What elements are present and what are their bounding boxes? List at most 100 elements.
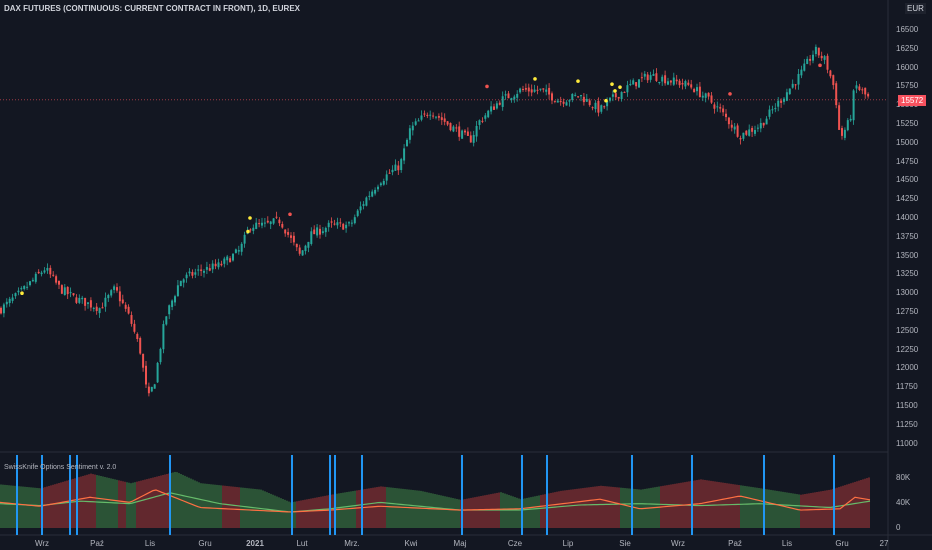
price-tick: 16500 bbox=[896, 25, 919, 34]
candle-body bbox=[484, 115, 487, 119]
sentiment-area bbox=[518, 498, 520, 528]
sentiment-area bbox=[62, 481, 64, 528]
candle-body bbox=[533, 89, 536, 92]
sentiment-area bbox=[6, 485, 8, 528]
candle-body bbox=[510, 98, 513, 101]
sentiment-area bbox=[252, 488, 254, 528]
candle-body bbox=[791, 83, 794, 88]
signal-dot bbox=[533, 77, 537, 81]
sentiment-area bbox=[198, 482, 200, 528]
sentiment-area bbox=[490, 494, 492, 528]
candle-body bbox=[379, 183, 382, 186]
candle-body bbox=[826, 55, 829, 70]
sentiment-area bbox=[2, 484, 4, 528]
candle-body bbox=[350, 222, 353, 224]
candle-body bbox=[150, 386, 153, 392]
indicator-title[interactable]: SwissKnife Options Sentiment v. 2.0 bbox=[4, 464, 116, 471]
candle-body bbox=[437, 116, 440, 118]
sentiment-area bbox=[426, 492, 428, 528]
indicator-tick: 40K bbox=[896, 498, 911, 507]
sentiment-area bbox=[782, 491, 784, 528]
sentiment-area bbox=[316, 497, 318, 528]
sentiment-area bbox=[538, 495, 540, 528]
sentiment-area bbox=[738, 485, 740, 528]
sentiment-area bbox=[594, 486, 596, 528]
sentiment-area bbox=[614, 487, 616, 528]
candle-body bbox=[342, 223, 345, 230]
sentiment-area bbox=[358, 490, 360, 528]
sentiment-area bbox=[752, 487, 754, 528]
sentiment-area bbox=[72, 478, 74, 528]
candle-body bbox=[252, 227, 255, 231]
sentiment-area bbox=[810, 493, 812, 528]
sentiment-area bbox=[478, 496, 480, 528]
sentiment-area bbox=[750, 486, 752, 528]
candle-body bbox=[159, 348, 162, 363]
price-tick: 15000 bbox=[896, 137, 919, 147]
sentiment-area bbox=[58, 483, 60, 528]
candle-body bbox=[310, 231, 313, 244]
candle-body bbox=[469, 135, 472, 143]
candle-body bbox=[571, 93, 574, 100]
candle-body bbox=[553, 100, 556, 102]
sentiment-area bbox=[600, 485, 602, 528]
candle-body bbox=[153, 384, 156, 389]
sentiment-area bbox=[742, 485, 744, 528]
sentiment-area bbox=[756, 487, 758, 528]
sentiment-area bbox=[514, 497, 516, 528]
candle-body bbox=[487, 110, 490, 118]
currency-label[interactable]: EUR bbox=[905, 3, 926, 14]
sentiment-area bbox=[420, 490, 422, 528]
sentiment-area bbox=[340, 493, 342, 528]
candle-body bbox=[577, 96, 580, 98]
candle-body bbox=[319, 228, 321, 235]
candle-body bbox=[739, 138, 742, 140]
candle-body bbox=[690, 84, 693, 88]
sentiment-area bbox=[808, 493, 810, 528]
sentiment-area bbox=[224, 485, 226, 528]
candle-body bbox=[629, 83, 632, 85]
sentiment-area bbox=[312, 498, 314, 528]
sentiment-area bbox=[624, 488, 626, 528]
sentiment-area bbox=[230, 486, 232, 528]
candle-body bbox=[266, 220, 269, 223]
sentiment-area bbox=[488, 494, 490, 528]
sentiment-area bbox=[754, 487, 756, 528]
sentiment-area bbox=[556, 491, 558, 528]
candle-body bbox=[681, 83, 684, 85]
candle-body bbox=[568, 100, 571, 102]
candle-body bbox=[611, 94, 614, 97]
sentiment-area bbox=[566, 490, 568, 528]
sentiment-area bbox=[392, 487, 394, 528]
candle-body bbox=[92, 307, 95, 309]
candle-body bbox=[197, 269, 200, 271]
candle-body bbox=[493, 106, 495, 110]
sentiment-area bbox=[448, 497, 450, 528]
price-chart[interactable] bbox=[0, 0, 932, 550]
sentiment-area bbox=[36, 487, 38, 528]
sentiment-area bbox=[44, 487, 46, 528]
sentiment-area bbox=[364, 489, 366, 528]
candle-body bbox=[727, 117, 730, 125]
candle-body bbox=[194, 272, 197, 275]
candle-body bbox=[661, 76, 664, 82]
candle-body bbox=[313, 229, 316, 235]
sentiment-area bbox=[568, 489, 570, 528]
candle-body bbox=[249, 229, 252, 231]
sentiment-area bbox=[572, 489, 574, 528]
candle-body bbox=[704, 93, 707, 98]
candle-body bbox=[307, 241, 310, 248]
price-tick: 13500 bbox=[896, 250, 919, 260]
sentiment-area bbox=[338, 493, 340, 528]
candle-body bbox=[229, 258, 232, 263]
sentiment-area bbox=[512, 496, 514, 528]
sentiment-area bbox=[724, 482, 726, 528]
sentiment-area bbox=[532, 496, 534, 528]
candle-body bbox=[11, 297, 14, 301]
candle-body bbox=[345, 224, 348, 229]
candle-body bbox=[516, 93, 519, 98]
sentiment-area bbox=[704, 479, 706, 528]
candle-body bbox=[104, 297, 107, 307]
candle-body bbox=[400, 159, 403, 171]
sentiment-area bbox=[26, 486, 28, 528]
